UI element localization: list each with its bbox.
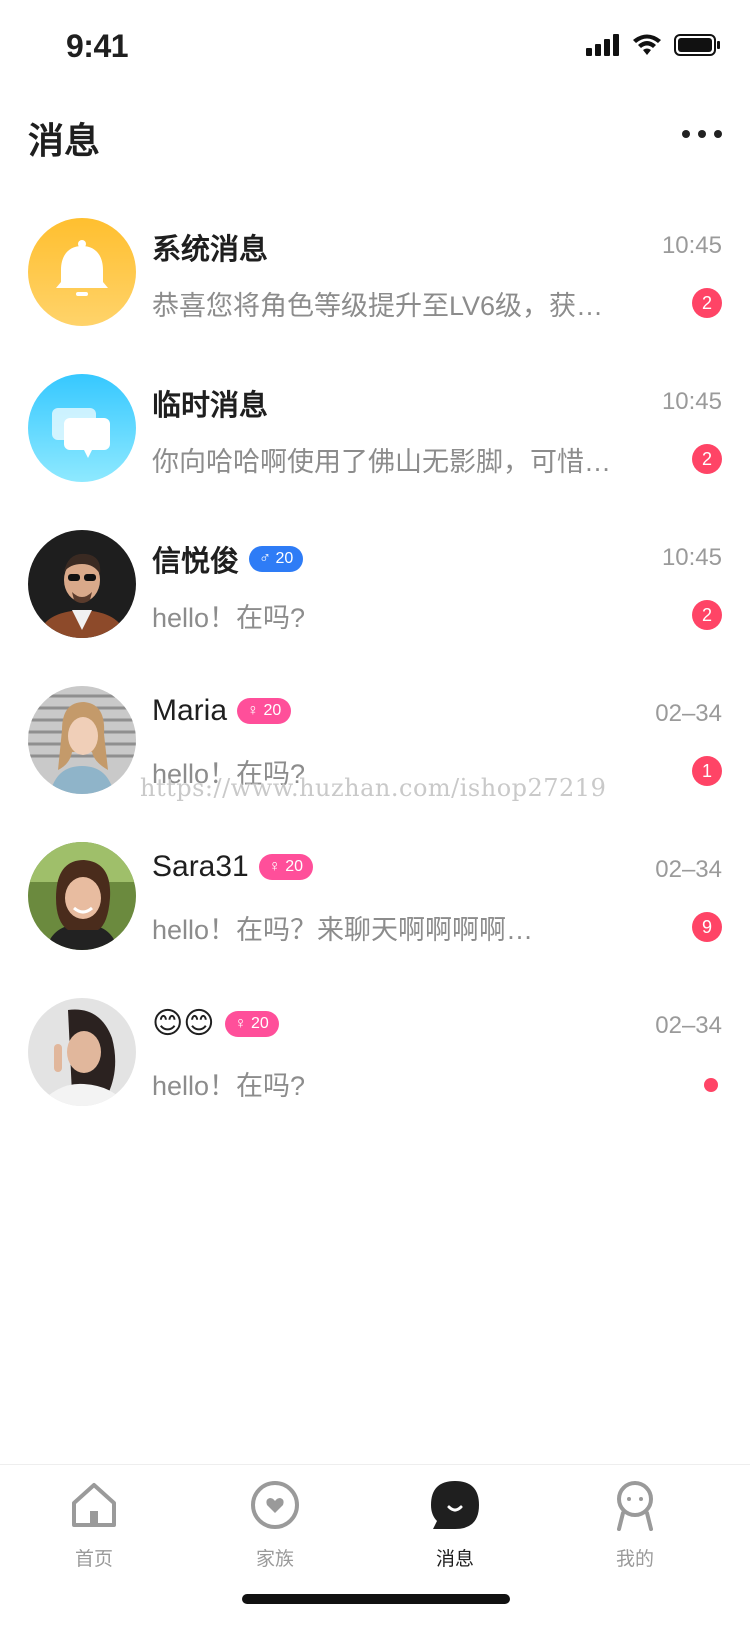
- message-preview: 你向哈哈啊使用了佛山无影脚，可惜…: [152, 447, 611, 477]
- signal-icon: [586, 34, 619, 56]
- message-icon: [431, 1481, 479, 1529]
- page-title: 消息: [28, 120, 101, 161]
- message-time: 10:45: [661, 232, 722, 259]
- contact-name: 系统消息: [152, 234, 269, 266]
- message-item-user[interactable]: Sara31 ♀ 20 02–34 hello！在吗？来聊天啊啊啊啊… 9: [0, 842, 750, 998]
- contact-name: 😊😊: [152, 1007, 215, 1040]
- message-preview: hello！在吗?: [152, 1071, 306, 1101]
- gender-age-badge: ♀ 20: [237, 698, 292, 724]
- tab-label: 消息: [435, 1549, 474, 1570]
- message-time: 02–34: [655, 700, 722, 727]
- unread-dot: [704, 1078, 718, 1092]
- battery-icon: [674, 34, 720, 56]
- avatar: [28, 998, 136, 1106]
- message-item-user[interactable]: Maria ♀ 20 02–34 hello！在吗? 1: [0, 686, 750, 842]
- unread-badge: 2: [692, 288, 722, 318]
- message-item-system[interactable]: 系统消息 10:45 恭喜您将角色等级提升至LV6级，获… 2: [0, 218, 750, 374]
- system-avatar: [28, 218, 136, 326]
- tab-label: 首页: [74, 1549, 113, 1570]
- message-time: 10:45: [661, 388, 722, 415]
- gender-age-badge: ♀ 20: [224, 1010, 279, 1037]
- tab-messages[interactable]: 消息: [395, 1477, 515, 1570]
- message-preview: 恭喜您将角色等级提升至LV6级，获…: [152, 291, 604, 321]
- user-photo: [28, 998, 136, 1106]
- bell-icon: [28, 218, 136, 326]
- unread-badge: 1: [692, 756, 722, 786]
- profile-icon: [617, 1481, 653, 1531]
- unread-badge: 2: [692, 600, 722, 630]
- message-time: 10:45: [661, 544, 722, 571]
- status-icons: [586, 34, 720, 56]
- message-preview: hello！在吗?: [152, 603, 306, 633]
- status-bar: 9:41: [0, 0, 750, 90]
- tab-label: 家族: [255, 1549, 294, 1570]
- top-bar: 消息: [0, 100, 750, 170]
- gender-age-badge: ♀ 20: [258, 854, 313, 880]
- home-icon: [72, 1483, 116, 1527]
- user-photo: [28, 686, 136, 794]
- message-time: 02–34: [655, 856, 722, 883]
- message-item-temp[interactable]: 临时消息 10:45 你向哈哈啊使用了佛山无影脚，可惜… 2: [0, 374, 750, 530]
- tab-profile[interactable]: 我的: [575, 1477, 695, 1570]
- avatar: [28, 842, 136, 950]
- chat-bubbles-icon: [28, 374, 136, 482]
- contact-name: Maria: [152, 694, 228, 727]
- message-time: 02–34: [655, 1012, 722, 1039]
- tab-home[interactable]: 首页: [34, 1477, 154, 1570]
- more-button[interactable]: [682, 122, 722, 146]
- more-icon: [682, 130, 690, 138]
- watermark: https://www.huzhan.com/ishop27219: [140, 774, 607, 802]
- unread-badge: 2: [692, 444, 722, 474]
- avatar: [28, 686, 136, 794]
- message-list: 系统消息 10:45 恭喜您将角色等级提升至LV6级，获… 2 临时消息 10:…: [0, 218, 750, 1154]
- contact-name: 临时消息: [152, 390, 269, 422]
- message-preview: hello！在吗？来聊天啊啊啊啊…: [152, 915, 534, 945]
- avatar: [28, 530, 136, 638]
- user-photo: [28, 530, 136, 638]
- contact-name: 信悦俊: [152, 546, 240, 578]
- tab-label: 我的: [615, 1549, 654, 1570]
- gender-age-badge: ♂ 20: [249, 546, 304, 572]
- heart-circle-icon: [251, 1481, 299, 1529]
- wifi-icon: [633, 34, 661, 55]
- home-indicator: [242, 1594, 510, 1604]
- status-time: 9:41: [66, 28, 129, 64]
- message-item-user[interactable]: 😊😊 ♀ 20 02–34 hello！在吗?: [0, 998, 750, 1154]
- temp-avatar: [28, 374, 136, 482]
- message-item-user[interactable]: 信悦俊 ♂ 20 10:45 hello！在吗? 2: [0, 530, 750, 686]
- unread-badge: 9: [692, 912, 722, 942]
- user-photo: [28, 842, 136, 950]
- contact-name: Sara31: [152, 850, 249, 883]
- tab-family[interactable]: 家族: [215, 1477, 335, 1570]
